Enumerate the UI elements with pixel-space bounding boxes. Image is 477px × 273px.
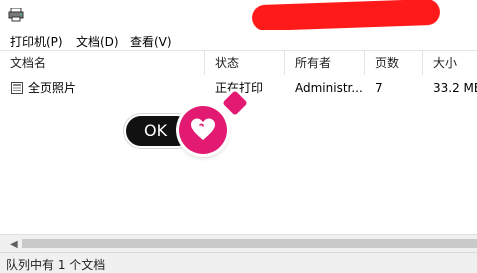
column-header-status[interactable]: 状态	[205, 51, 285, 75]
print-queue-list[interactable]: 文档名 状态 所有者 页数 大小 全页照片 正在打印 Administr... …	[0, 51, 477, 235]
column-header-name[interactable]: 文档名	[0, 51, 205, 75]
menu-view[interactable]: 查看(V)	[130, 33, 172, 50]
scroll-left-arrow-icon[interactable]: ◀	[10, 239, 18, 250]
column-header-pages[interactable]: 页数	[365, 51, 423, 75]
scroll-thumb[interactable]	[22, 239, 477, 248]
menu-printer[interactable]: 打印机(P)	[10, 33, 63, 50]
job-owner: Administr...	[295, 81, 363, 95]
list-header: 文档名 状态 所有者 页数 大小	[0, 51, 477, 75]
column-header-owner[interactable]: 所有者	[285, 51, 365, 75]
horizontal-scrollbar[interactable]: ◀	[0, 234, 477, 252]
column-header-size[interactable]: 大小	[423, 51, 477, 75]
menu-bar: 打印机(P) 文档(D) 查看(V)	[0, 30, 477, 51]
job-size: 33.2 MB	[433, 81, 477, 95]
title-bar	[0, 0, 477, 32]
job-pages: 7	[375, 81, 383, 95]
job-status: 正在打印	[215, 81, 264, 95]
printer-icon	[8, 7, 24, 22]
menu-document[interactable]: 文档(D)	[76, 33, 119, 50]
redaction-mark	[251, 0, 441, 32]
job-name: 全页照片	[28, 81, 77, 95]
queue-count-text: 队列中有 1 个文档	[6, 258, 106, 272]
heart-badge	[179, 106, 227, 154]
status-bar: 队列中有 1 个文档	[0, 252, 477, 273]
heart-icon	[191, 118, 215, 140]
